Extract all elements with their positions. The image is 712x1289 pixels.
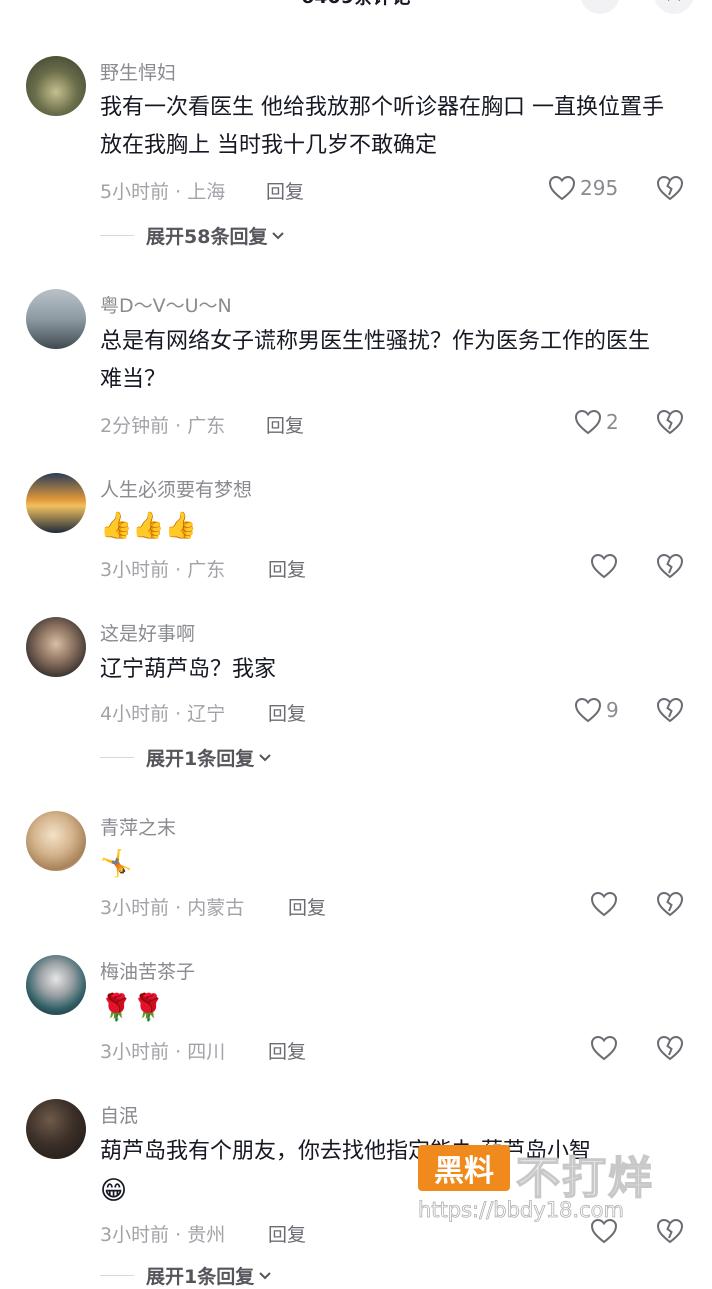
watermark-url: https://bbdy18.com: [418, 1198, 625, 1223]
broken-heart-icon: [656, 553, 684, 579]
comment-text: 我有一次看医生 他给我放那个听诊器在胸口 一直换位置手放在我胸上 当时我十几岁不…: [100, 95, 664, 158]
broken-heart-icon: [656, 409, 684, 435]
close-icon: [668, 0, 680, 1]
avatar[interactable]: [26, 473, 86, 533]
like-button[interactable]: [590, 891, 618, 917]
like-button[interactable]: 2: [574, 409, 619, 435]
dislike-button[interactable]: [656, 1035, 684, 1061]
reply-button[interactable]: 回复: [268, 1220, 306, 1247]
like-button[interactable]: 9: [574, 697, 619, 723]
reply-button[interactable]: 回复: [266, 177, 304, 204]
comments-header: 6409条评论: [0, 0, 712, 22]
dislike-button[interactable]: [656, 409, 684, 435]
reply-button[interactable]: 回复: [266, 411, 304, 438]
username[interactable]: 野生悍妇: [100, 58, 176, 85]
expand-icon: [590, 0, 610, 4]
comment-text: 🤸: [100, 849, 133, 879]
like-button[interactable]: [590, 1035, 618, 1061]
avatar[interactable]: [26, 811, 86, 871]
like-button[interactable]: 295: [548, 175, 618, 201]
comment-meta: 2分钟前 · 广东: [100, 415, 226, 437]
expand-replies[interactable]: 展开1条回复: [100, 744, 272, 771]
avatar[interactable]: [26, 56, 86, 116]
comment-text: 👍👍👍: [100, 511, 198, 541]
expand-replies-label: 展开1条回复: [146, 748, 255, 770]
reply-button[interactable]: 回复: [268, 555, 306, 582]
reply-button[interactable]: 回复: [288, 893, 326, 920]
chevron-down-icon: [259, 1271, 271, 1279]
broken-heart-icon: [656, 1035, 684, 1061]
avatar[interactable]: [26, 1099, 86, 1159]
dislike-button[interactable]: [656, 175, 684, 201]
expand-replies[interactable]: 展开1条回复: [100, 1262, 272, 1289]
expand-button[interactable]: [580, 0, 620, 14]
like-button[interactable]: [590, 553, 618, 579]
comment-meta: 5小时前 · 上海: [100, 181, 226, 203]
comment-text: 总是有网络女子谎称男医生性骚扰？作为医务工作的医生难当？: [100, 329, 651, 392]
watermark-logo: 黑料: [418, 1145, 510, 1191]
avatar[interactable]: [26, 617, 86, 677]
username[interactable]: 这是好事啊: [100, 619, 195, 646]
avatar[interactable]: [26, 289, 86, 349]
username[interactable]: 青萍之末: [100, 813, 176, 840]
comment-text: 辽宁葫芦岛？我家: [100, 657, 277, 682]
expand-replies[interactable]: 展开58条回复: [100, 222, 285, 249]
like-count: 295: [580, 176, 619, 200]
broken-heart-icon: [656, 891, 684, 917]
watermark: 黑料 不打烊 https://bbdy18.com: [418, 1140, 678, 1230]
comment-text: 🌹🌹: [100, 993, 165, 1023]
like-count: 2: [606, 410, 619, 434]
broken-heart-icon: [656, 697, 684, 723]
heart-icon: [574, 409, 602, 435]
like-count: 9: [606, 698, 619, 722]
heart-icon: [574, 697, 602, 723]
comment-meta: 3小时前 · 贵州: [100, 1224, 226, 1246]
comment-meta: 4小时前 · 辽宁: [100, 703, 226, 725]
comment-meta: 3小时前 · 广东: [100, 559, 226, 581]
divider: [100, 757, 134, 758]
reply-button[interactable]: 回复: [268, 1037, 306, 1064]
expand-replies-label: 展开1条回复: [146, 1266, 255, 1288]
heart-icon: [590, 553, 618, 579]
avatar[interactable]: [26, 955, 86, 1015]
heart-icon: [548, 175, 576, 201]
dislike-button[interactable]: [656, 891, 684, 917]
heart-icon: [590, 891, 618, 917]
chevron-down-icon: [272, 231, 285, 239]
divider: [100, 235, 134, 236]
dislike-button[interactable]: [656, 697, 684, 723]
username[interactable]: 自泯: [100, 1101, 138, 1128]
username[interactable]: 人生必须要有梦想: [100, 475, 252, 502]
divider: [100, 1275, 134, 1276]
comment-meta: 3小时前 · 四川: [100, 1041, 226, 1063]
watermark-text: 不打烊: [515, 1152, 654, 1205]
username[interactable]: 粤D～V～U～N: [100, 291, 232, 318]
expand-replies-label: 展开58条回复: [146, 226, 268, 248]
username[interactable]: 梅油苦茶子: [100, 957, 195, 984]
broken-heart-icon: [656, 175, 684, 201]
chevron-down-icon: [259, 753, 271, 761]
reply-button[interactable]: 回复: [268, 699, 306, 726]
comment-meta: 3小时前 · 内蒙古: [100, 897, 245, 919]
close-button[interactable]: [654, 0, 694, 14]
heart-icon: [590, 1035, 618, 1061]
dislike-button[interactable]: [656, 553, 684, 579]
